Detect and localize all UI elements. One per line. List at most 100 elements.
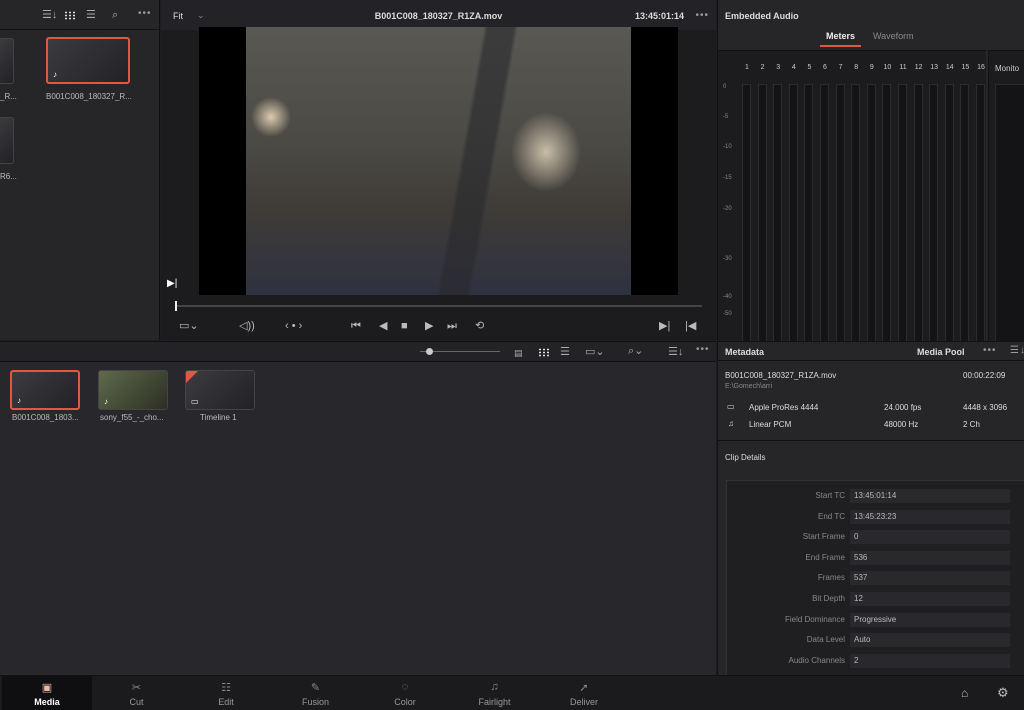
viewer-clip-title[interactable]: B001C008_180327_R1ZA.mov	[161, 11, 716, 21]
search-icon[interactable]: ⌕⌄	[628, 345, 643, 357]
audio-panel-title: Embedded Audio	[725, 11, 799, 21]
tab-fusion[interactable]: ✎ Fusion	[271, 676, 361, 710]
frame-rate: 24.000 fps	[884, 403, 922, 412]
source-viewer: Fit ⌄ B001C008_180327_R1ZA.mov 13:45:01:…	[161, 0, 716, 340]
channel-meter-bar	[820, 84, 829, 342]
clip-detail-label: Data Level	[806, 635, 845, 645]
audio-note-icon: ♫	[728, 419, 734, 428]
color-icon: ◌	[401, 681, 409, 693]
thumbnail-view-icon[interactable]	[538, 348, 549, 360]
metadata-view-icon[interactable]: ▤	[514, 347, 523, 359]
page-tab-label: Deliver	[569, 697, 598, 707]
divider	[718, 440, 1024, 441]
sort-icon[interactable]: ☰↓	[668, 346, 683, 358]
go-to-start-icon[interactable]: ⏮	[351, 320, 361, 332]
clip-view-options-icon[interactable]: ▭⌄	[585, 346, 605, 358]
volume-icon[interactable]: ◁))	[239, 320, 255, 332]
go-to-end-icon[interactable]: ⏭	[447, 320, 457, 332]
list-view-icon[interactable]: ☰	[560, 346, 570, 358]
thumbnail-view-icon[interactable]	[64, 11, 75, 23]
channel-number: 13	[930, 64, 939, 71]
channel-number: 14	[945, 64, 954, 71]
embedded-audio-panel: Embedded Audio Meters Waveform 123456789…	[717, 0, 1024, 342]
clip-detail-value[interactable]: 2	[850, 653, 1010, 668]
more-options-icon[interactable]: •••	[696, 344, 710, 356]
channel-number: 6	[823, 64, 827, 71]
channel-meter-bar	[898, 84, 907, 342]
channel-meter-bar	[757, 84, 767, 342]
channel-meter-bar	[976, 84, 985, 342]
storage-clip-thumbnail-selected[interactable]: ♪	[46, 37, 130, 84]
monitor-meter-bar	[995, 84, 1024, 342]
audio-note-icon: ♪	[104, 397, 108, 406]
tab-media[interactable]: ▣ Media	[2, 676, 92, 710]
clip-duration: 00:00:22:09	[963, 371, 1006, 380]
tab-deliver[interactable]: ➚ Deliver	[539, 676, 629, 710]
home-icon[interactable]: ⌂	[961, 686, 968, 700]
more-options-icon[interactable]: •••	[138, 8, 152, 20]
tab-fairlight[interactable]: ♫ Fairlight	[450, 676, 540, 710]
viewer-header: Fit ⌄ B001C008_180327_R1ZA.mov 13:45:01:…	[161, 0, 716, 30]
mark-out-icon[interactable]: |◀	[685, 320, 696, 332]
clip-detail-value[interactable]: 537	[850, 571, 1010, 586]
clip-name: B001C008_180327_R1ZA.mov	[725, 371, 837, 380]
clip-detail-value[interactable]: 12	[850, 592, 1010, 606]
play-from-start-icon[interactable]: ▶|	[167, 278, 177, 289]
clip-detail-value[interactable]: Progressive	[850, 612, 1010, 627]
tab-color[interactable]: ◌ Color	[360, 676, 450, 710]
sort-icon[interactable]: ☰↓	[1010, 345, 1024, 356]
audio-note-icon: ♪	[17, 396, 21, 405]
audio-note-icon: ♪	[53, 70, 57, 79]
play-reverse-icon[interactable]: ◀	[379, 320, 387, 332]
tab-edit[interactable]: ☷ Edit	[181, 676, 271, 710]
playhead[interactable]	[175, 301, 177, 311]
viewer-timecode: 13:45:01:14	[634, 11, 684, 21]
clip-detail-value[interactable]: 13:45:01:14	[850, 489, 1010, 503]
tab-waveform[interactable]: Waveform	[873, 31, 914, 41]
channel-number: 8	[854, 64, 859, 71]
pool-timeline-thumbnail[interactable]: ▭	[185, 370, 255, 410]
search-icon[interactable]: ⌕	[112, 9, 118, 21]
clip-detail-label: Field Dominance	[784, 614, 845, 624]
stop-icon[interactable]: ■	[401, 320, 408, 332]
audio-meters: 1 2 3 4 5 6 7 8 9 10 11 12 13 14 15 16 0 -5 -10 -15 -20 -30 -4…	[718, 50, 986, 342]
sort-icon[interactable]: ☰↓	[42, 9, 57, 21]
clip-detail-value[interactable]: 0	[850, 530, 1010, 545]
pool-clip-thumbnail[interactable]: ♪	[98, 370, 168, 410]
loop-icon[interactable]: ⟲	[475, 320, 484, 332]
channel-number: 10	[883, 64, 892, 71]
pool-clip-thumbnail-selected[interactable]: ♪	[10, 370, 80, 410]
thumbnail-size-slider[interactable]	[420, 348, 500, 355]
storage-clip-label: R6...	[0, 172, 17, 181]
storage-clip-thumbnail[interactable]	[0, 38, 14, 84]
audio-channel-count: 2 Ch	[963, 420, 980, 429]
clip-detail-label: Frames	[817, 573, 845, 583]
list-view-icon[interactable]: ☰	[86, 9, 96, 21]
sample-rate: 48000 Hz	[884, 420, 919, 429]
viewer-mode-icon[interactable]: ▭⌄	[179, 320, 199, 332]
scrubber-bar[interactable]	[175, 301, 702, 311]
clip-detail-value[interactable]: Auto	[850, 633, 1010, 648]
channel-number: 16	[977, 64, 985, 71]
tab-meters[interactable]: Meters	[819, 31, 862, 47]
clip-detail-value[interactable]: 536	[850, 550, 1010, 565]
channel-number: 12	[914, 64, 923, 71]
meter-scale-label: -30	[723, 256, 732, 262]
monitor-meter: Monito	[988, 50, 1024, 342]
gear-icon[interactable]: ⚙	[997, 685, 1009, 701]
viewer-options-icon[interactable]: •••	[695, 10, 709, 21]
channel-number: 15	[961, 64, 970, 71]
meter-scale-label: 0	[723, 84, 727, 90]
jog-control-icon[interactable]: ‹ • ›	[285, 320, 302, 332]
mark-in-icon[interactable]: ▶|	[659, 320, 670, 332]
clip-detail-value[interactable]: 13:45:23:23	[850, 509, 1010, 524]
slider-knob[interactable]	[426, 348, 433, 355]
storage-clip-thumbnail[interactable]	[0, 117, 14, 164]
metadata-source-dropdown[interactable]: Media Pool	[917, 347, 965, 357]
tab-cut[interactable]: ✂ Cut	[92, 676, 182, 710]
metadata-options-icon[interactable]: •••	[983, 345, 997, 356]
page-tab-label: Color	[394, 697, 416, 707]
clip-detail-label: Bit Depth	[812, 594, 845, 603]
channel-meter-bar	[835, 84, 845, 342]
play-icon[interactable]: ▶	[425, 320, 433, 332]
